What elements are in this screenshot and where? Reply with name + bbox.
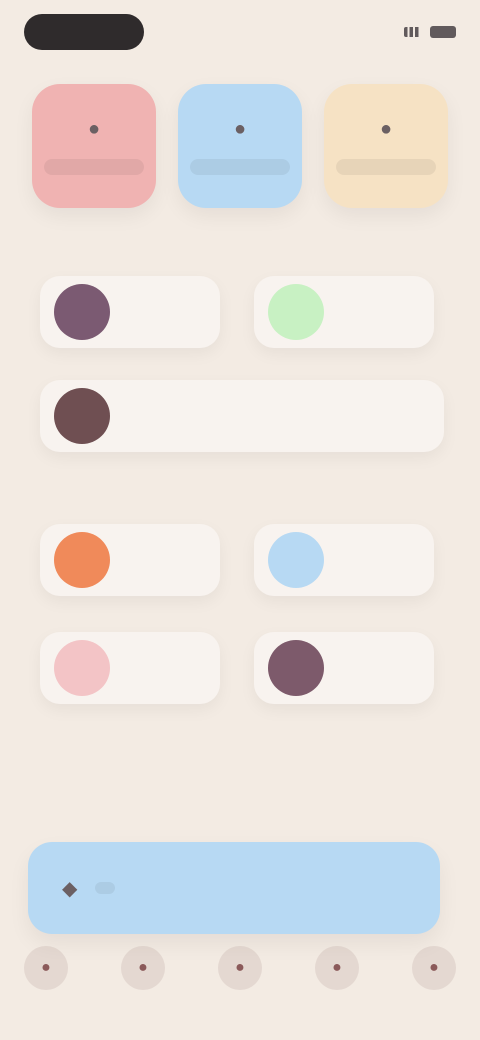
status-icons <box>404 26 456 38</box>
card-full[interactable] <box>40 380 444 452</box>
bottom-navigation: ● ● ● ● ● <box>24 944 456 992</box>
tile-2[interactable]: ● <box>178 84 302 208</box>
card-3-dot <box>54 532 110 588</box>
cta-icon: ◆ <box>62 877 78 900</box>
card-4-dot <box>268 532 324 588</box>
nav-item-5[interactable]: ● <box>412 946 456 990</box>
card-2[interactable] <box>254 276 434 348</box>
primary-cta-button[interactable]: ◆ <box>28 842 440 934</box>
battery-icon <box>430 26 456 38</box>
tile-3-label <box>336 158 436 175</box>
nav-item-5-icon: ● <box>429 959 439 976</box>
tile-1-icon: ● <box>87 117 101 140</box>
card-5-dot <box>54 640 110 696</box>
tile-1[interactable]: ● <box>32 84 156 208</box>
tile-2-icon: ● <box>233 117 247 140</box>
card-1[interactable] <box>40 276 220 348</box>
nav-item-4[interactable]: ● <box>315 946 359 990</box>
status-bar <box>24 12 456 52</box>
card-2-dot <box>268 284 324 340</box>
tile-1-label <box>44 158 144 175</box>
signal-icon <box>404 27 422 37</box>
tile-3[interactable]: ● <box>324 84 448 208</box>
card-6[interactable] <box>254 632 434 704</box>
card-1-dot <box>54 284 110 340</box>
nav-item-3-icon: ● <box>235 959 245 976</box>
tile-2-label <box>190 158 290 175</box>
nav-item-1-icon: ● <box>41 959 51 976</box>
card-3[interactable] <box>40 524 220 596</box>
nav-item-4-icon: ● <box>332 959 342 976</box>
card-6-dot <box>268 640 324 696</box>
nav-item-3[interactable]: ● <box>218 946 262 990</box>
card-4[interactable] <box>254 524 434 596</box>
card-full-dot <box>54 388 110 444</box>
app-screen: ● ● ● ◆ ● ● ● ● ● <box>0 0 480 1040</box>
card-5[interactable] <box>40 632 220 704</box>
tile-3-icon: ● <box>379 117 393 140</box>
hint-text <box>46 744 434 764</box>
nav-item-2[interactable]: ● <box>121 946 165 990</box>
cta-label <box>95 882 116 894</box>
top-tiles: ● ● ● <box>32 84 448 210</box>
nav-item-2-icon: ● <box>138 959 148 976</box>
status-time-pill <box>24 14 144 50</box>
nav-item-1[interactable]: ● <box>24 946 68 990</box>
